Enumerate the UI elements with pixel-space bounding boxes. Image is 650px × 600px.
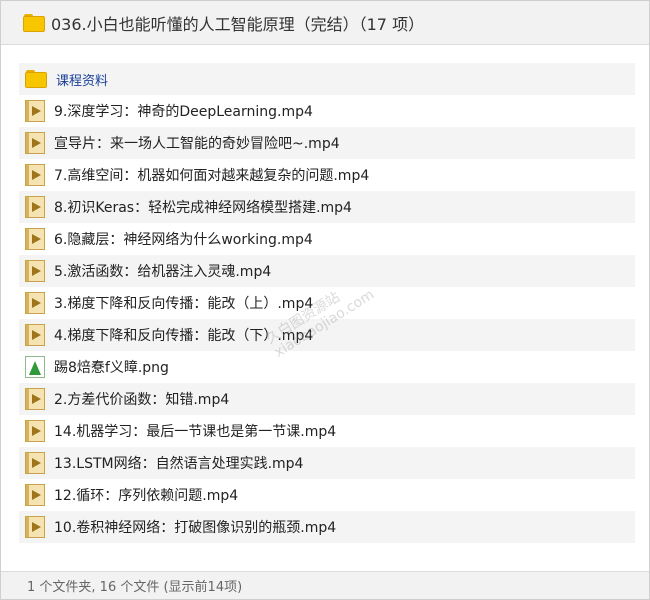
file-item[interactable]: 5.激活函数：给机器注入灵魂.mp4 <box>19 255 635 287</box>
file-item[interactable]: 6.隐藏层：神经网络为什么working.mp4 <box>19 223 635 255</box>
file-item[interactable]: 8.初识Keras：轻松完成神经网络模型搭建.mp4 <box>19 191 635 223</box>
video-file-icon <box>25 324 45 346</box>
file-item[interactable]: 3.梯度下降和反向传播：能改（上）.mp4 <box>19 287 635 319</box>
file-item[interactable]: 4.梯度下降和反向传播：能改（下）.mp4 <box>19 319 635 351</box>
file-item[interactable]: 12.循环：序列依赖问题.mp4 <box>19 479 635 511</box>
file-name: 课程资料 <box>56 73 109 89</box>
file-item[interactable]: 10.卷积神经网络：打破图像识别的瓶颈.mp4 <box>19 511 635 543</box>
title-bar: 036.小白也能听懂的人工智能原理（完结）（17 项） <box>1 1 649 45</box>
file-name: 2.方差代价函数：知错.mp4 <box>54 392 230 408</box>
file-name: 踢8焙惷f义瞕.png <box>54 360 169 376</box>
image-file-icon <box>25 356 45 378</box>
file-name: 10.卷积神经网络：打破图像识别的瓶颈.mp4 <box>54 520 337 536</box>
folder-icon <box>23 13 45 32</box>
video-file-icon <box>25 292 45 314</box>
video-file-icon <box>25 196 45 218</box>
file-name: 13.LSTM网络：自然语言处理实践.mp4 <box>54 456 304 472</box>
video-file-icon <box>25 164 45 186</box>
file-name: 4.梯度下降和反向传播：能改（下）.mp4 <box>54 328 314 344</box>
video-file-icon <box>25 132 45 154</box>
video-file-icon <box>25 452 45 474</box>
video-file-icon <box>25 260 45 282</box>
file-item[interactable]: 14.机器学习：最后一节课也是第一节课.mp4 <box>19 415 635 447</box>
video-file-icon <box>25 484 45 506</box>
window-title: 036.小白也能听懂的人工智能原理（完结）（17 项） <box>51 14 425 34</box>
file-item[interactable]: 13.LSTM网络：自然语言处理实践.mp4 <box>19 447 635 479</box>
video-file-icon <box>25 100 45 122</box>
folder-icon <box>25 70 47 88</box>
file-list: 课程资料 9.深度学习：神奇的DeepLearning.mp4 宣导片：来一场人工智… <box>19 63 635 543</box>
status-text: 1 个文件夹, 16 个文件 (显示前14项) <box>27 580 243 595</box>
file-name: 12.循环：序列依赖问题.mp4 <box>54 488 239 504</box>
file-name: 9.深度学习：神奇的DeepLearning.mp4 <box>54 104 313 120</box>
file-name: 14.机器学习：最后一节课也是第一节课.mp4 <box>54 424 337 440</box>
video-file-icon <box>25 228 45 250</box>
file-name: 宣导片：来一场人工智能的奇妙冒险吧~.mp4 <box>54 136 340 152</box>
file-name: 7.高维空间：机器如何面对越来越复杂的问题.mp4 <box>54 168 370 184</box>
file-name: 6.隐藏层：神经网络为什么working.mp4 <box>54 232 313 248</box>
file-item[interactable]: 2.方差代价函数：知错.mp4 <box>19 383 635 415</box>
video-file-icon <box>25 388 45 410</box>
file-item[interactable]: 宣导片：来一场人工智能的奇妙冒险吧~.mp4 <box>19 127 635 159</box>
status-bar: 1 个文件夹, 16 个文件 (显示前14项) <box>1 571 649 599</box>
file-list-window: 036.小白也能听懂的人工智能原理（完结）（17 项） 课程资料 9.深度学习：神… <box>0 0 650 600</box>
file-name: 8.初识Keras：轻松完成神经网络模型搭建.mp4 <box>54 200 352 216</box>
file-name: 5.激活函数：给机器注入灵魂.mp4 <box>54 264 272 280</box>
file-item[interactable]: 踢8焙惷f义瞕.png <box>19 351 635 383</box>
file-item[interactable]: 9.深度学习：神奇的DeepLearning.mp4 <box>19 95 635 127</box>
file-item[interactable]: 7.高维空间：机器如何面对越来越复杂的问题.mp4 <box>19 159 635 191</box>
video-file-icon <box>25 420 45 442</box>
video-file-icon <box>25 516 45 538</box>
folder-item[interactable]: 课程资料 <box>19 63 635 95</box>
file-name: 3.梯度下降和反向传播：能改（上）.mp4 <box>54 296 314 312</box>
